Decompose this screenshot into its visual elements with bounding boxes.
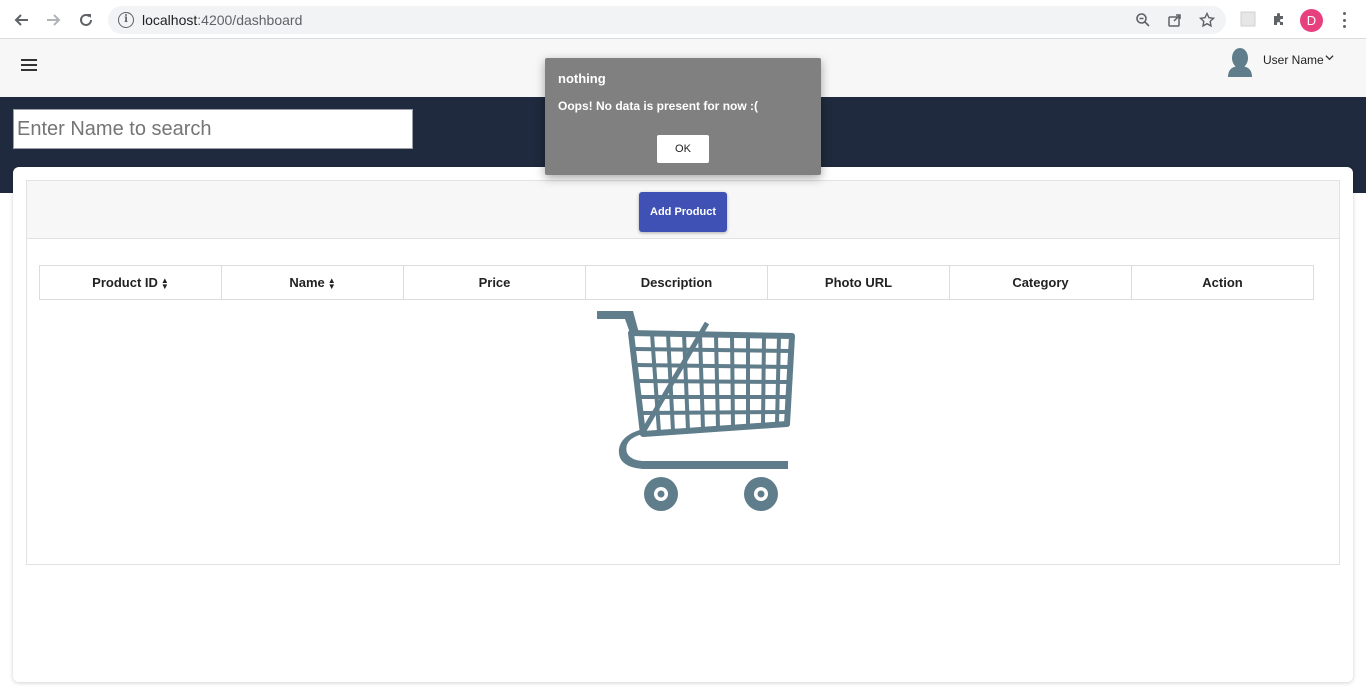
extension-placeholder-icon[interactable] [1238, 9, 1258, 29]
user-avatar-icon[interactable] [1227, 47, 1253, 77]
product-panel: Add Product Product ID ▲ ▼ Name ▲ ▼ Price De… [26, 180, 1340, 565]
column-header-name[interactable]: Name ▲ ▼ [221, 265, 404, 300]
user-name-label[interactable]: User Name [1263, 53, 1324, 67]
browser-menu-icon[interactable] [1336, 9, 1352, 31]
add-product-button[interactable]: Add Product [639, 192, 727, 232]
bookmark-star-icon[interactable] [1198, 11, 1216, 29]
forward-arrow-icon[interactable] [42, 8, 66, 32]
column-header-price: Price [403, 265, 586, 300]
address-bar[interactable]: i localhost:4200/dashboard [108, 6, 1226, 34]
sort-icon[interactable]: ▲ ▼ [161, 276, 169, 290]
url-text[interactable]: localhost:4200/dashboard [142, 12, 302, 28]
sort-icon[interactable]: ▲ ▼ [328, 276, 336, 290]
product-card: Add Product Product ID ▲ ▼ Name ▲ ▼ Price De… [13, 167, 1353, 682]
browser-toolbar: i localhost:4200/dashboard D [0, 0, 1366, 39]
empty-cart-icon [597, 311, 797, 516]
column-header-category: Category [949, 265, 1132, 300]
column-header-action: Action [1131, 265, 1314, 300]
hamburger-menu-icon[interactable] [21, 59, 37, 71]
dialog-title: nothing [558, 71, 606, 86]
reload-icon[interactable] [74, 8, 98, 32]
panel-toolbar: Add Product [27, 181, 1339, 239]
info-icon[interactable]: i [118, 12, 134, 28]
alert-dialog: nothing Oops! No data is present for now… [545, 58, 821, 175]
column-header-description: Description [585, 265, 768, 300]
search-input[interactable] [13, 109, 413, 149]
table-header-row: Product ID ▲ ▼ Name ▲ ▼ Price Description Ph… [39, 265, 1314, 300]
dialog-ok-button[interactable]: OK [657, 135, 709, 163]
share-icon[interactable] [1166, 11, 1184, 29]
column-header-photo-url: Photo URL [767, 265, 950, 300]
dialog-message: Oops! No data is present for now :( [558, 99, 759, 113]
back-arrow-icon[interactable] [9, 8, 33, 32]
zoom-icon[interactable] [1134, 11, 1152, 29]
products-table: Product ID ▲ ▼ Name ▲ ▼ Price Description Ph… [39, 265, 1314, 300]
extensions-puzzle-icon[interactable] [1269, 9, 1289, 29]
profile-avatar[interactable]: D [1300, 9, 1323, 32]
column-header-product-id[interactable]: Product ID ▲ ▼ [39, 265, 222, 300]
chevron-down-icon[interactable] [1325, 53, 1334, 65]
